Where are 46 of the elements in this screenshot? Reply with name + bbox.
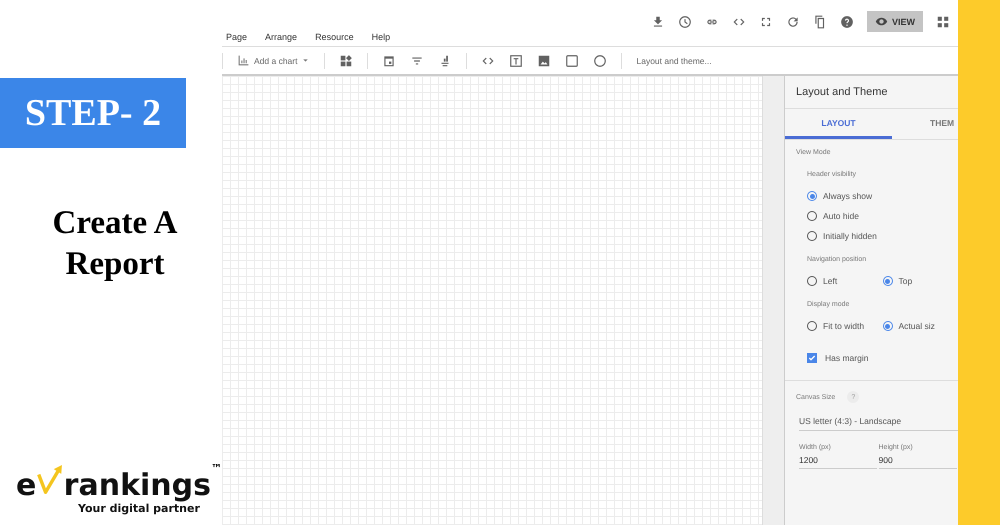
refresh-icon[interactable] [786,14,800,28]
step-badge: STEP- 2 [0,78,186,148]
logo-text: rankings [64,470,211,502]
bar-chart-icon [237,54,250,67]
radio-label: Always show [823,191,872,201]
menu-item[interactable]: Arrange [265,32,298,42]
radio-button[interactable] [882,276,892,286]
calendar-icon[interactable] [382,54,396,68]
help-icon[interactable] [840,14,854,28]
radio-button[interactable] [807,276,817,286]
heading: Create A Report [52,204,178,284]
radio-label: Fit to width [823,321,864,331]
radio-button[interactable] [807,211,817,221]
layout-theme-button[interactable]: Layout and theme... [636,56,712,66]
checkbox-label: Has margin [825,353,868,363]
apps-grid-icon[interactable] [936,14,950,28]
radio-label: Left [823,276,838,286]
logo-tagline: Your digital partner [78,502,201,515]
add-chart-button[interactable]: Add a chart [237,54,310,67]
radio-label: Top [898,276,912,286]
tab[interactable]: LAYOUT [785,109,892,139]
height-field[interactable]: 900 [878,455,956,469]
image-icon[interactable] [537,54,552,68]
checkbox[interactable] [807,353,817,363]
radio-button[interactable] [882,321,892,331]
text-box-icon[interactable] [509,54,524,68]
radio-label: Actual siz [898,321,935,331]
radio-button[interactable] [807,231,817,241]
radio-label: Initially hidden [823,231,877,241]
trademark: ™ [211,462,222,475]
tab[interactable]: THEM [892,109,952,139]
rectangle-icon[interactable] [565,54,580,68]
clock-icon[interactable] [678,14,692,28]
components-icon[interactable] [339,54,354,68]
eye-icon [874,15,888,28]
view-button[interactable]: VIEW [866,11,923,32]
radio-label: Auto hide [823,211,859,221]
menu-item[interactable]: Resource [315,32,354,42]
radio-button[interactable] [807,191,817,201]
logo-text: e [16,470,36,502]
copy-icon[interactable] [812,14,827,28]
width-field[interactable]: 1200 [799,455,877,469]
circle-icon[interactable] [593,54,608,68]
menu-item[interactable]: Help [372,32,390,42]
radio-button[interactable] [807,321,817,331]
menu-item[interactable]: Page [226,32,248,42]
